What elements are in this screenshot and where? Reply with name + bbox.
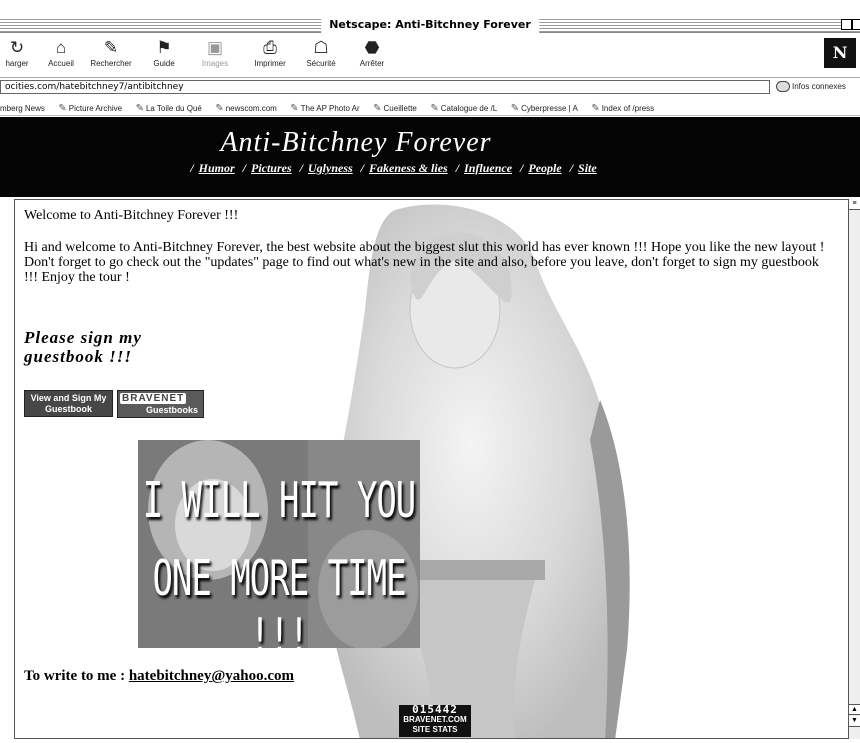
images-button[interactable]: ▣ Images <box>197 37 233 73</box>
window-title-bar[interactable]: Netscape: Anti-Bitchney Forever <box>0 17 860 33</box>
images-label: Images <box>201 59 229 68</box>
print-button[interactable]: ⎙ Imprimer <box>250 37 290 73</box>
security-label: Sécurité <box>306 59 336 68</box>
reload-label: harger <box>5 59 29 68</box>
bookmark-item[interactable]: ✎ Cyberpresse | A <box>510 100 578 115</box>
bookmark-label: Cueillette <box>383 104 417 113</box>
zoom-box-icon[interactable] <box>841 19 852 30</box>
nav-influence[interactable]: Influence <box>464 161 512 175</box>
site-header-frame: Anti-Bitchney Forever / Humor / Pictures /… <box>0 117 860 197</box>
bookmark-item[interactable]: ✎ Index of /press <box>591 100 655 115</box>
counter-stats: SITE STATS <box>412 725 458 734</box>
netscape-logo[interactable]: N <box>824 38 856 68</box>
bookmark-item[interactable]: ✎ La Toile du Qué <box>135 100 202 115</box>
guide-icon: ⚑ <box>156 38 172 57</box>
hit-you-caption-2: ONE MORE TIME !!! <box>152 550 406 648</box>
bookmark-label: The AP Photo Ar <box>300 104 360 113</box>
home-button[interactable]: ⌂ Accueil <box>44 37 78 73</box>
reload-button[interactable]: ↻ harger <box>4 37 30 73</box>
stop-icon: ⬣ <box>364 38 380 57</box>
site-title: Anti-Bitchney Forever <box>220 127 492 158</box>
location-bar: ocities.com/hatebitchney7/antibitchney I… <box>0 79 860 96</box>
counter-brand: BRAVENET.COM <box>403 715 467 724</box>
bookmark-label: newscom.com <box>225 104 277 113</box>
nav-uglyness[interactable]: Uglyness <box>308 161 353 175</box>
print-label: Imprimer <box>254 59 286 68</box>
security-button[interactable]: ☖ Sécurité <box>302 37 340 73</box>
bookmark-item[interactable]: ✎ Catalogue de /L <box>430 100 498 115</box>
bookmark-icon: ✎ <box>58 103 67 114</box>
stop-button[interactable]: ⬣ Arrêter <box>354 37 390 73</box>
hit-counter[interactable]: 015442 BRAVENET.COM SITE STATS <box>399 703 471 737</box>
site-nav: / Humor / Pictures / Uglyness / Fakeness & l… <box>190 161 597 175</box>
guide-button[interactable]: ⚑ Guide <box>150 37 178 73</box>
nav-humor[interactable]: Humor <box>199 161 235 175</box>
bravenet-sub: Guestbooks <box>146 405 199 415</box>
bookmark-icon: ✎ <box>510 103 520 114</box>
bookmark-item[interactable]: ✎ Cueillette <box>373 100 417 115</box>
content-scrollbar[interactable]: ≡ ▲ ▼ <box>848 199 860 739</box>
related-button[interactable]: Infos connexes <box>776 80 860 94</box>
search-label: Rechercher <box>90 59 132 68</box>
guide-label: Guide <box>153 59 175 68</box>
status-bar <box>720 735 860 743</box>
related-label: Infos connexes <box>792 82 846 91</box>
bookmark-item[interactable]: mberg News <box>0 100 45 115</box>
hit-you-image: I WILL HIT YOU ONE MORE TIME !!! <box>138 440 420 648</box>
home-label: Accueil <box>48 59 74 68</box>
nav-site[interactable]: Site <box>578 161 597 175</box>
bookmark-label: La Toile du Qué <box>145 104 202 113</box>
bookmark-icon: ✎ <box>430 103 439 114</box>
collapse-box-icon[interactable] <box>852 19 860 30</box>
welcome-line: Welcome to Anti-Bitchney Forever !!! <box>24 208 239 223</box>
nav-people[interactable]: People <box>528 161 561 175</box>
bookmark-item[interactable]: ✎ Picture Archive <box>58 100 123 115</box>
hit-you-caption-1: I WILL HIT YOU <box>142 472 417 530</box>
guestbook-heading: Please sign my guestbook !!! <box>24 328 142 366</box>
email-link[interactable]: hatebitchney@yahoo.com <box>129 668 294 684</box>
window-title: Netscape: Anti-Bitchney Forever <box>321 17 539 33</box>
bookmark-label: Index of /press <box>601 104 655 113</box>
bookmark-label: mberg News <box>0 104 45 113</box>
nav-pictures[interactable]: Pictures <box>251 161 292 175</box>
write-label: To write to me : <box>24 668 126 684</box>
bookmark-item[interactable]: ✎ newscom.com <box>215 100 277 115</box>
scroll-down-icon[interactable]: ▼ <box>849 716 860 727</box>
reload-icon: ↻ <box>9 38 25 57</box>
personal-toolbar: mberg News ✎ Picture Archive ✎ La Toile du… <box>0 98 860 116</box>
counter-value: 015442 <box>412 703 458 716</box>
content-frame: Welcome to Anti-Bitchney Forever !!! Hi … <box>14 199 850 739</box>
print-icon: ⎙ <box>263 38 277 57</box>
welcome-paragraph: Hi and welcome to Anti-Bitchney Forever,… <box>24 240 825 285</box>
bookmark-icon: ✎ <box>135 103 144 114</box>
stop-label: Arrêter <box>359 59 385 68</box>
bravenet-brand: BRAVENET <box>120 393 187 404</box>
images-icon: ▣ <box>206 38 224 57</box>
lock-icon: ☖ <box>313 38 329 57</box>
nav-fakeness-lies[interactable]: Fakeness & lies <box>369 161 448 175</box>
bookmark-label: Cyberpresse | A <box>521 104 578 113</box>
bookmark-icon: ✎ <box>290 103 299 114</box>
scroll-top-icon[interactable]: ≡ <box>849 199 860 210</box>
bookmark-item[interactable]: ✎ The AP Photo Ar <box>290 100 360 115</box>
navigation-toolbar: ↻ harger ⌂ Accueil ✎ Rechercher ⚑ Guide … <box>0 34 860 78</box>
bookmark-icon: ✎ <box>373 103 382 114</box>
search-icon: ✎ <box>103 38 119 57</box>
view-sign-guestbook-button[interactable]: View and Sign My Guestbook <box>24 390 113 417</box>
bookmark-label: Catalogue de /L <box>440 104 498 113</box>
bookmark-label: Picture Archive <box>68 104 123 113</box>
bookmark-icon: ✎ <box>215 103 224 114</box>
related-icon <box>776 81 790 93</box>
home-icon: ⌂ <box>55 38 67 57</box>
search-button[interactable]: ✎ Rechercher <box>86 37 136 73</box>
write-to-me: To write to me : hatebitchney@yahoo.com <box>24 668 294 685</box>
scroll-up-icon[interactable]: ▲ <box>849 704 860 715</box>
url-field[interactable]: ocities.com/hatebitchney7/antibitchney <box>0 80 770 94</box>
bookmark-icon: ✎ <box>591 103 600 114</box>
bravenet-guestbooks-button[interactable]: BRAVENET Guestbooks <box>117 390 204 418</box>
